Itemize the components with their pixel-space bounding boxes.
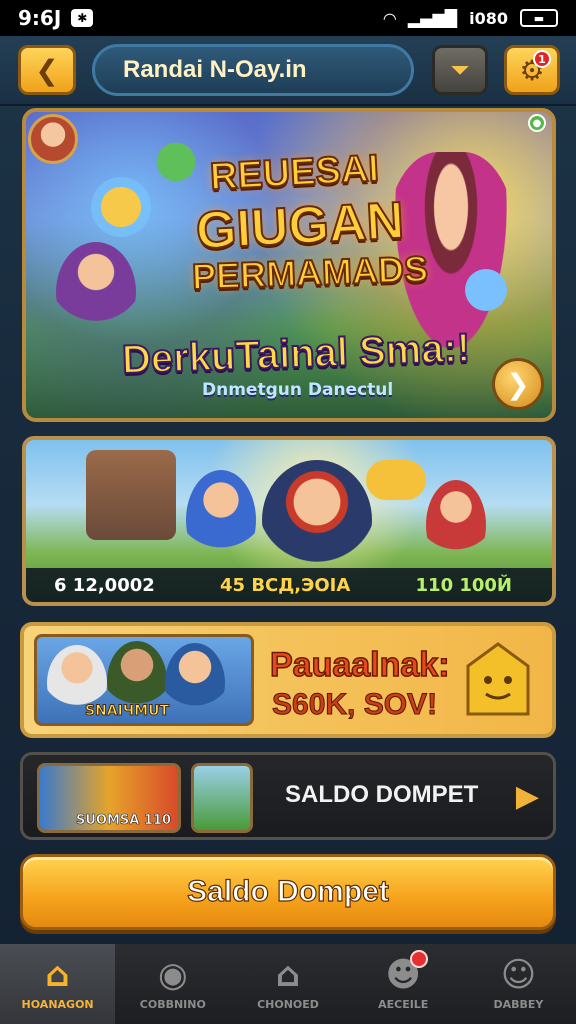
back-button[interactable]: ❮ bbox=[18, 45, 76, 95]
hero-banner[interactable]: ● REUESAI GIUGAN PERMAMADS DerkuTainal S… bbox=[22, 108, 556, 422]
nav-label: DABBEY bbox=[493, 997, 544, 1011]
portal-effect bbox=[86, 172, 156, 242]
chevron-right-icon: ❯ bbox=[506, 367, 530, 401]
promo-subtitle: S60K, SOV! bbox=[271, 688, 438, 722]
hero-title-line3: PERMAMADS bbox=[190, 247, 429, 298]
stat-right: 110 100Й bbox=[415, 574, 512, 596]
back-arrow-icon: ❮ bbox=[35, 53, 59, 87]
hero-caption: Dnmetgun Danectul bbox=[202, 380, 394, 400]
nav-label: COBBNINO bbox=[139, 997, 206, 1011]
settings-button[interactable]: ⚙ 1 bbox=[504, 45, 560, 95]
signal-icon: ▂▄▆█ bbox=[407, 8, 458, 28]
profile-icon: ☺ bbox=[500, 954, 537, 995]
character-red bbox=[426, 480, 486, 570]
game-banner[interactable]: 6 12,0002 45 ВСД,ЭОIA 110 100Й bbox=[22, 436, 556, 606]
treasure-chest-icon bbox=[466, 642, 530, 716]
chevron-right-icon: ▶ bbox=[515, 779, 539, 814]
hero-title-line1: REUESAI bbox=[208, 147, 381, 200]
hero-subtitle: DerkuTainal Sma:! bbox=[120, 325, 472, 383]
house-scenery bbox=[86, 450, 176, 540]
nav-label: HOANAGON bbox=[21, 997, 94, 1011]
nav-item-home[interactable]: ⌂ HOANAGON bbox=[0, 944, 116, 1024]
status-time: 9:6J bbox=[18, 6, 62, 30]
character-blue bbox=[186, 470, 256, 570]
app-header: ❮ Randai N-Oay.in ⏷ ⚙ 1 bbox=[0, 36, 576, 106]
filter-icon: ⏷ bbox=[450, 56, 470, 84]
nav-label: CHONOED bbox=[257, 997, 319, 1011]
promo-banner[interactable]: SNAIЧMUT Pauaalnak: S60K, SOV! bbox=[20, 622, 556, 738]
hero-next-button[interactable]: ❯ bbox=[492, 358, 544, 410]
house-icon: ⌂ bbox=[275, 954, 301, 995]
thumbnail-label: SUOMSA 110 bbox=[76, 813, 172, 829]
dragon-creature bbox=[146, 132, 206, 192]
promo-image-label: SNAIЧMUT bbox=[84, 703, 170, 720]
filter-button[interactable]: ⏷ bbox=[432, 45, 488, 95]
nav-item-house[interactable]: ⌂ CHONOED bbox=[230, 944, 345, 1024]
wifi-icon: ◠ bbox=[383, 8, 396, 28]
notification-badge bbox=[409, 950, 428, 968]
character-blue-2 bbox=[165, 643, 225, 723]
promo-title: Pauaalnak: bbox=[269, 645, 450, 685]
bottom-nav: ⌂ HOANAGON ◉ COBBNINO ⌂ CHONOED ☻ AECEIL… bbox=[0, 944, 576, 1024]
avatar[interactable] bbox=[28, 114, 78, 164]
battery-label: i080 bbox=[469, 8, 508, 28]
gold-coin-pile bbox=[366, 460, 426, 500]
saldo-label: SALDO DOMPET bbox=[285, 781, 479, 808]
nav-item-notifications[interactable]: ☻ AECEILE bbox=[346, 944, 461, 1024]
saldo-dompet-button[interactable]: Saldo Dompet bbox=[20, 854, 556, 930]
page-title: Randai N-Oay.in bbox=[92, 44, 414, 96]
hero-boy-character bbox=[262, 460, 372, 580]
stats-bar: 6 12,0002 45 ВСД,ЭОIA 110 100Й bbox=[26, 568, 552, 602]
game-thumbnail-1: SUOMSA 110 bbox=[37, 763, 181, 833]
page-title-text: Randai N-Oay.in bbox=[123, 56, 307, 83]
knight-character bbox=[456, 262, 516, 332]
nav-item-profile[interactable]: ☺ DABBEY bbox=[461, 944, 576, 1024]
promo-image: SNAIЧMUT bbox=[34, 634, 254, 726]
battery-icon: ▬ bbox=[520, 9, 558, 27]
saldo-row[interactable]: SUOMSA 110 SALDO DOMPET ▶ bbox=[20, 752, 556, 840]
settings-badge: 1 bbox=[533, 50, 551, 68]
game-thumbnail-2 bbox=[191, 763, 253, 833]
character-left bbox=[56, 242, 136, 342]
status-dot: ● bbox=[528, 114, 546, 132]
nav-label: AECEILE bbox=[378, 997, 429, 1011]
stat-mid: 45 ВСД,ЭОIA bbox=[220, 574, 351, 596]
game-icon: ◉ bbox=[157, 954, 188, 995]
status-bar: 9:6J ✱ ◠ ▂▄▆█ i080 ▬ bbox=[0, 0, 576, 36]
stat-left: 6 12,0002 bbox=[54, 574, 155, 596]
bluetooth-icon: ✱ bbox=[71, 9, 94, 27]
nav-item-games[interactable]: ◉ COBBNINO bbox=[115, 944, 230, 1024]
home-icon: ⌂ bbox=[45, 954, 70, 995]
